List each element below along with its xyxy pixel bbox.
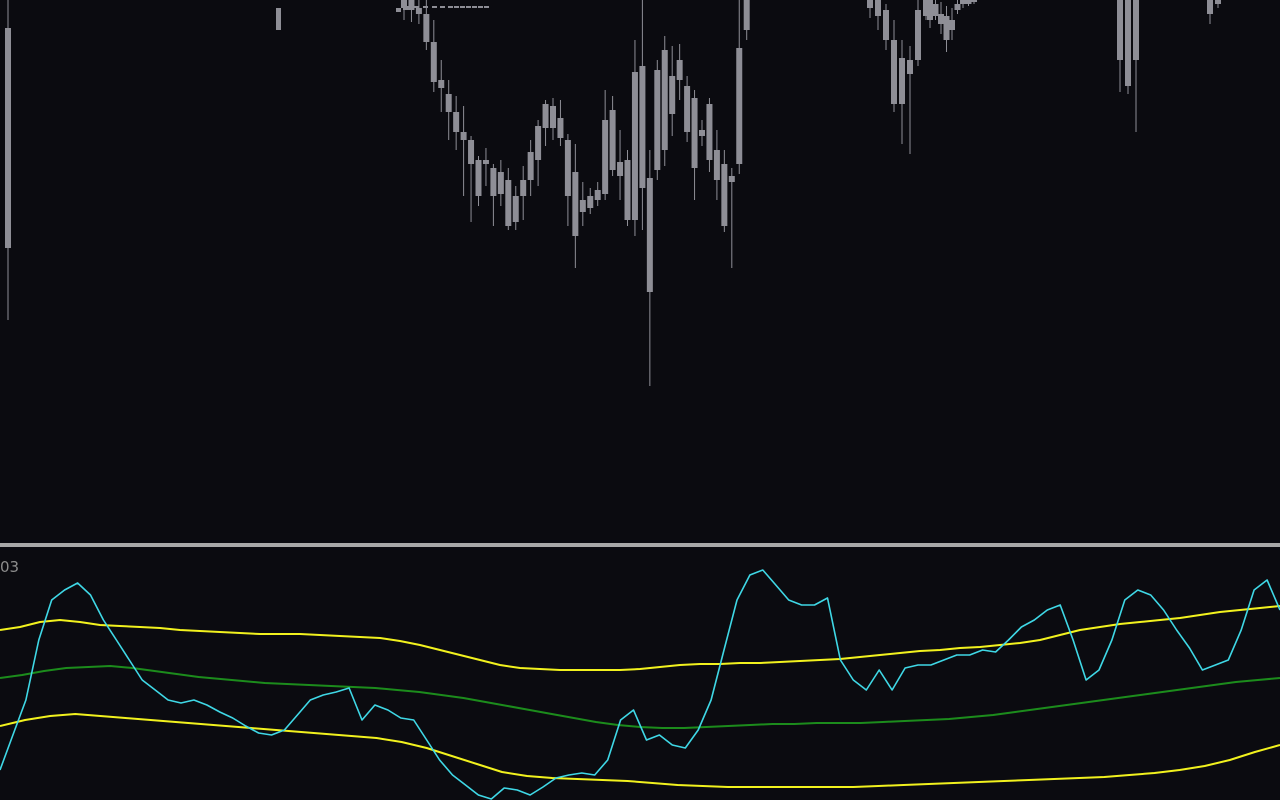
candle-body [594,190,601,200]
candle-body [602,120,609,194]
candle-body [736,48,743,164]
indicator-panel [0,547,1280,800]
candle-body [423,14,430,42]
candle-body [954,4,961,10]
candle-body [497,172,504,194]
candle-body [867,0,873,8]
candle-body [432,6,437,8]
candle-body [396,8,401,12]
candle-body [1207,0,1213,14]
candle-body [448,6,453,8]
candle-body [706,104,713,160]
candle-body [478,6,483,8]
candle-body [423,6,428,8]
candle-body [960,0,966,4]
candle-body [949,20,955,30]
candle-body [617,162,624,176]
candle-body [438,80,445,88]
candle-body [482,160,489,164]
candle-body [527,152,534,180]
candle-body [875,0,881,16]
candle-body [691,98,698,168]
candle-body [721,164,728,226]
indicator-value-label: 03 [0,558,20,576]
candle-body [484,6,489,8]
candle-body [609,110,616,170]
candle-body [520,180,527,196]
candle-body [1133,0,1139,60]
candle-body [639,66,646,188]
candle-body [899,58,905,104]
candle-body [965,0,972,4]
candle-body [713,150,720,180]
candle-body [684,86,691,132]
candle-body [490,168,497,196]
price-chart [0,0,1280,800]
candle-body [669,76,676,114]
candle-body [475,160,482,196]
candle-body [542,104,549,128]
candle-body [699,130,705,136]
candle-body [631,72,638,220]
candle-body [587,196,594,208]
candle-body [472,6,477,8]
candle-body [943,16,950,40]
candle-body [564,140,571,196]
candle-body [550,106,556,128]
candle-body [414,6,419,8]
candle-body [440,6,445,8]
candle-body [624,160,631,220]
candle-body [535,126,542,160]
candle-body [932,4,939,16]
candle-body [654,70,661,170]
candle-body [401,0,407,8]
candle-body [468,140,475,164]
candle-body [460,132,467,140]
candle-body [454,6,459,8]
candle-body [728,176,735,182]
candle-body [1215,0,1221,4]
candle-body [927,0,933,20]
candle-body [512,196,519,222]
candle-body [1117,0,1123,60]
candle-body [891,40,897,104]
candle-body [430,42,437,82]
candle-body [572,172,579,236]
candle-body [5,28,11,248]
candle-body [661,50,668,150]
candle-body [460,6,465,8]
candle-body [743,0,750,30]
candle-body [453,112,460,132]
candle-body [276,8,281,30]
candle-body [557,118,564,138]
candle-body [579,200,586,212]
candle-body [915,10,921,60]
candle-body [505,180,512,226]
candle-body [408,0,415,10]
candle-body [938,14,944,24]
panel-separator[interactable] [0,543,1280,547]
candle-body [445,94,452,112]
candle-body [1125,0,1131,86]
candle-body [907,60,913,74]
candle-body [883,10,889,40]
candle-body [676,60,683,80]
candle-body [646,178,653,292]
candle-body [415,8,422,14]
candle-body [466,6,471,8]
candle-body [971,0,977,2]
